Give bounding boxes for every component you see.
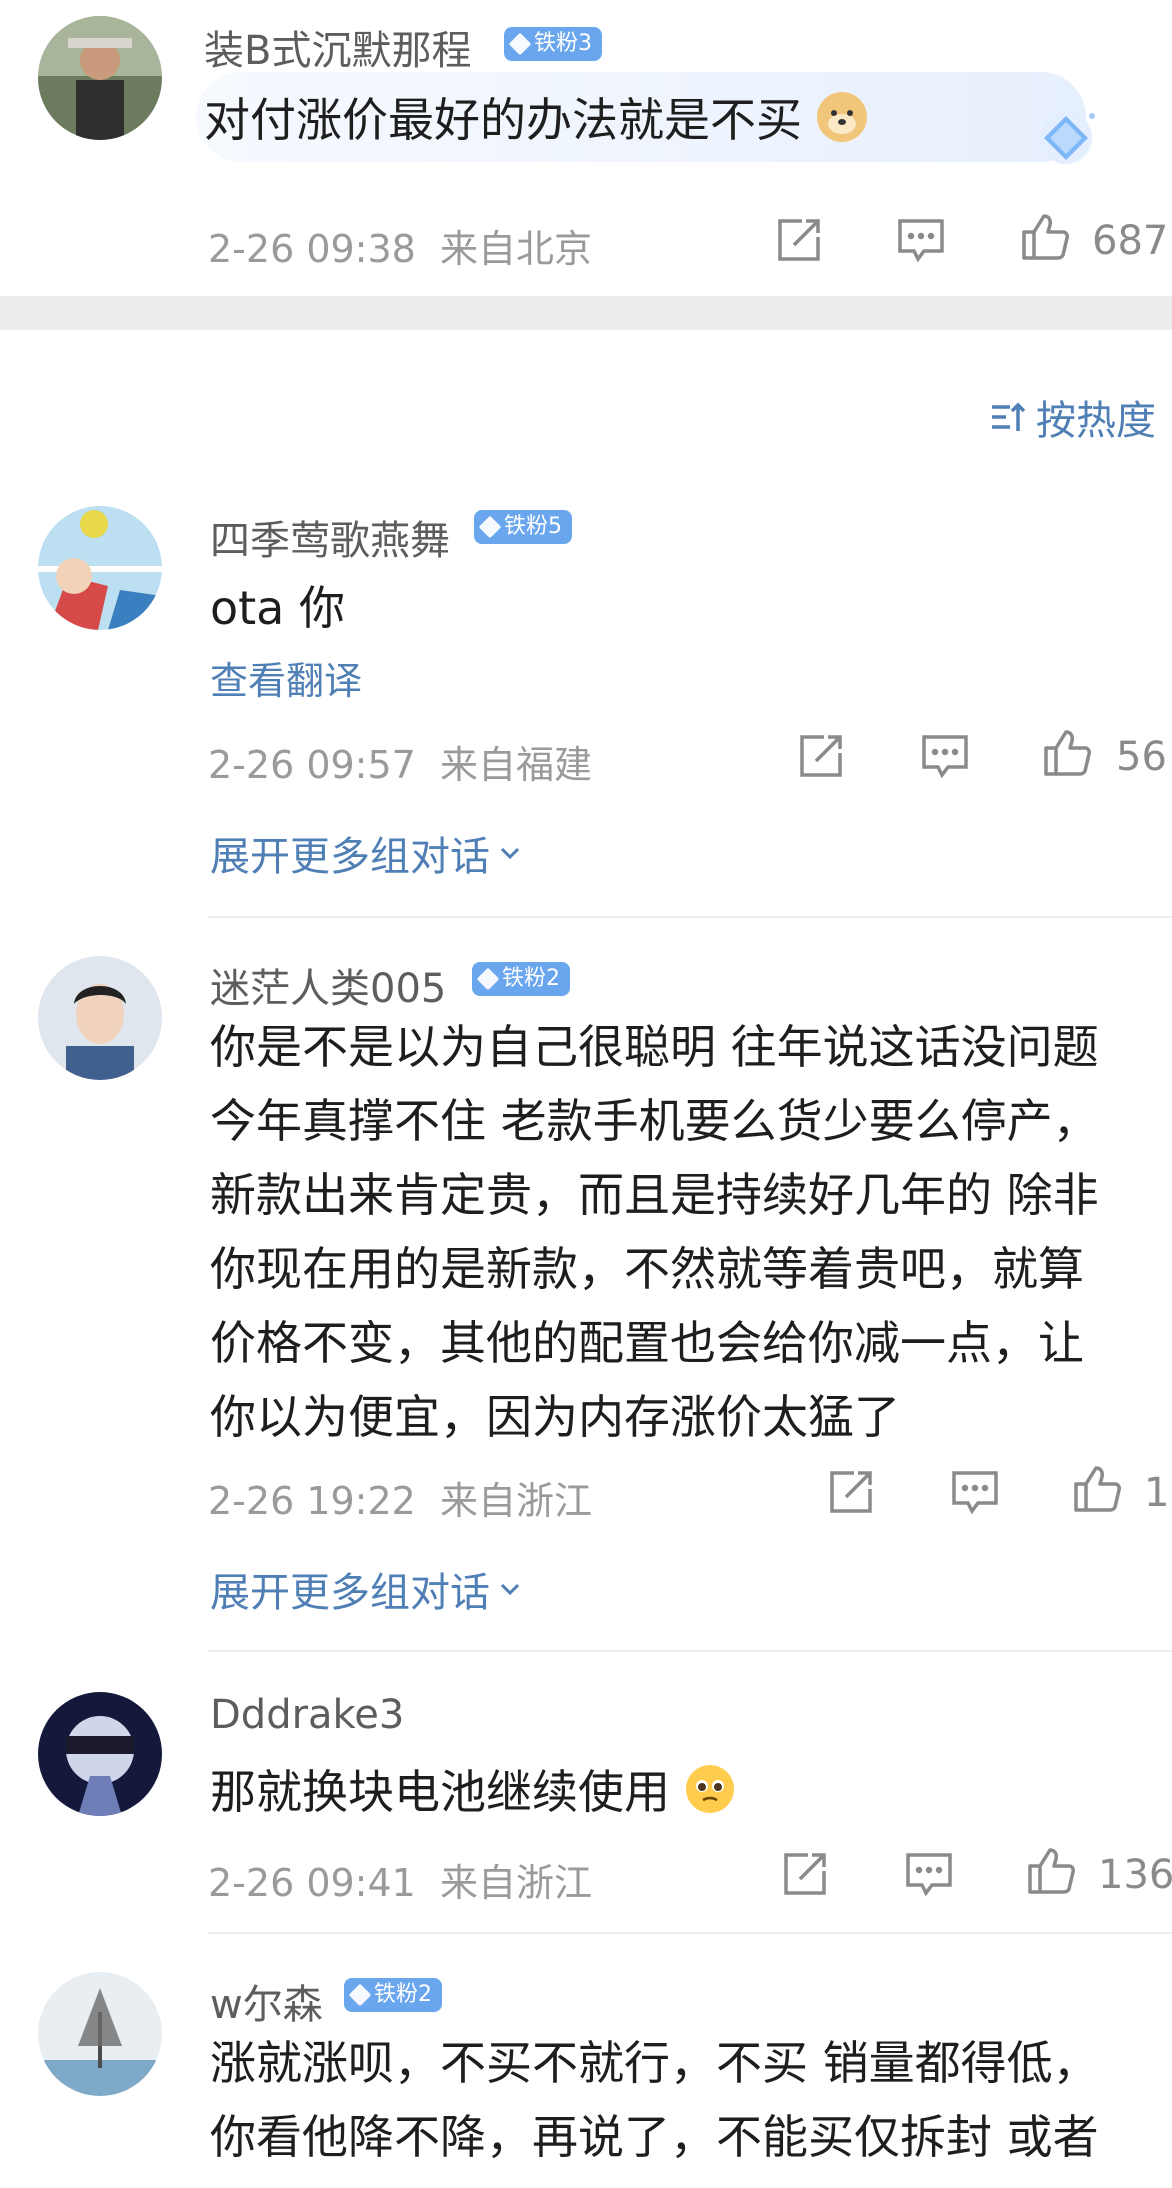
comment-text: 你是不是以为自己很聪明 往年说这话没问题 今年真撑不住 老款手机要么货少要么停产… bbox=[210, 1020, 1099, 1444]
sort-icon bbox=[992, 402, 1026, 431]
like-icon[interactable] bbox=[1040, 726, 1094, 780]
sort-label: 按热度 bbox=[1036, 398, 1156, 444]
diamond-icon bbox=[476, 967, 500, 991]
badge-label: 铁粉2 bbox=[374, 1982, 432, 2007]
like-icon[interactable] bbox=[1024, 1844, 1078, 1898]
avatar[interactable] bbox=[38, 506, 162, 630]
fan-badge: 铁粉5 bbox=[474, 510, 572, 544]
badge-label: 铁粉5 bbox=[504, 514, 562, 539]
like-icon[interactable] bbox=[1070, 1462, 1124, 1516]
fan-badge: 铁粉2 bbox=[344, 1978, 442, 2012]
chevron-down-icon bbox=[500, 1583, 520, 1596]
share-icon[interactable] bbox=[794, 729, 848, 783]
badge-label: 铁粉3 bbox=[534, 31, 592, 56]
translate-link[interactable]: 查看翻译 bbox=[210, 650, 362, 705]
avatar[interactable] bbox=[38, 16, 162, 140]
share-icon[interactable] bbox=[778, 1847, 832, 1901]
avatar[interactable] bbox=[38, 1692, 162, 1816]
like-count: 687 bbox=[1092, 218, 1169, 264]
section-separator bbox=[0, 296, 1172, 330]
username[interactable]: 四季莺歌燕舞 bbox=[210, 508, 450, 566]
like-icon[interactable] bbox=[1018, 210, 1072, 264]
pleading-face-emoji bbox=[685, 1764, 735, 1814]
fan-badge: 铁粉2 bbox=[472, 962, 570, 996]
comment-text: 涨就涨呗，不买不就行，不买 销量都得低， 你看他降不降，再说了，不能买仅拆封 或… bbox=[210, 2036, 1099, 2164]
doge-emoji bbox=[816, 92, 867, 142]
diamond-icon bbox=[348, 1983, 372, 2007]
username[interactable]: 装B式沉默那程 bbox=[204, 18, 471, 76]
comment-text: 对付涨价最好的办法就是不买 bbox=[204, 84, 867, 150]
comment-text-body: 那就换块电池继续使用 bbox=[210, 1765, 670, 1819]
share-icon[interactable] bbox=[772, 213, 826, 267]
chevron-down-icon bbox=[500, 847, 520, 860]
comment-text: ota 你 bbox=[210, 581, 345, 635]
diamond-icon bbox=[478, 515, 502, 539]
expand-replies-link[interactable]: 展开更多组对话 bbox=[210, 824, 524, 882]
like-count: 1 bbox=[1144, 1470, 1170, 1516]
badge-label: 铁粉2 bbox=[502, 966, 560, 991]
comment-time: 2-26 09:38 来自北京 bbox=[208, 227, 593, 271]
comment-icon[interactable] bbox=[948, 1465, 1002, 1519]
share-icon[interactable] bbox=[824, 1465, 878, 1519]
avatar[interactable] bbox=[38, 1972, 162, 2096]
comment-icon[interactable] bbox=[894, 213, 948, 267]
comment-icon[interactable] bbox=[902, 1847, 956, 1901]
comment-time: 2-26 09:41 来自浙江 bbox=[208, 1861, 593, 1905]
comment-time: 2-26 19:22 来自浙江 bbox=[208, 1479, 593, 1523]
username[interactable]: 迷茫人类005 bbox=[210, 956, 446, 1014]
comment-icon[interactable] bbox=[918, 729, 972, 783]
divider bbox=[208, 916, 1172, 918]
comment-text: 那就换块电池继续使用 bbox=[210, 1756, 735, 1822]
comment-text-body: 对付涨价最好的办法就是不买 bbox=[204, 93, 802, 147]
sort-toggle[interactable]: 按热度 bbox=[988, 390, 1156, 444]
like-count: 56 bbox=[1116, 734, 1167, 780]
diamond-icon bbox=[508, 32, 532, 56]
fan-badge: 铁粉3 bbox=[504, 27, 602, 61]
divider bbox=[208, 1650, 1172, 1652]
divider bbox=[208, 1932, 1172, 1934]
comment-time: 2-26 09:57 来自福建 bbox=[208, 743, 593, 787]
username[interactable]: Dddrake3 bbox=[210, 1692, 404, 1738]
diamond-sticker-icon bbox=[1030, 108, 1100, 168]
username[interactable]: w尔森 bbox=[210, 1972, 323, 2030]
expand-replies-link[interactable]: 展开更多组对话 bbox=[210, 1560, 524, 1618]
avatar[interactable] bbox=[38, 956, 162, 1080]
like-count: 136 bbox=[1098, 1852, 1172, 1898]
